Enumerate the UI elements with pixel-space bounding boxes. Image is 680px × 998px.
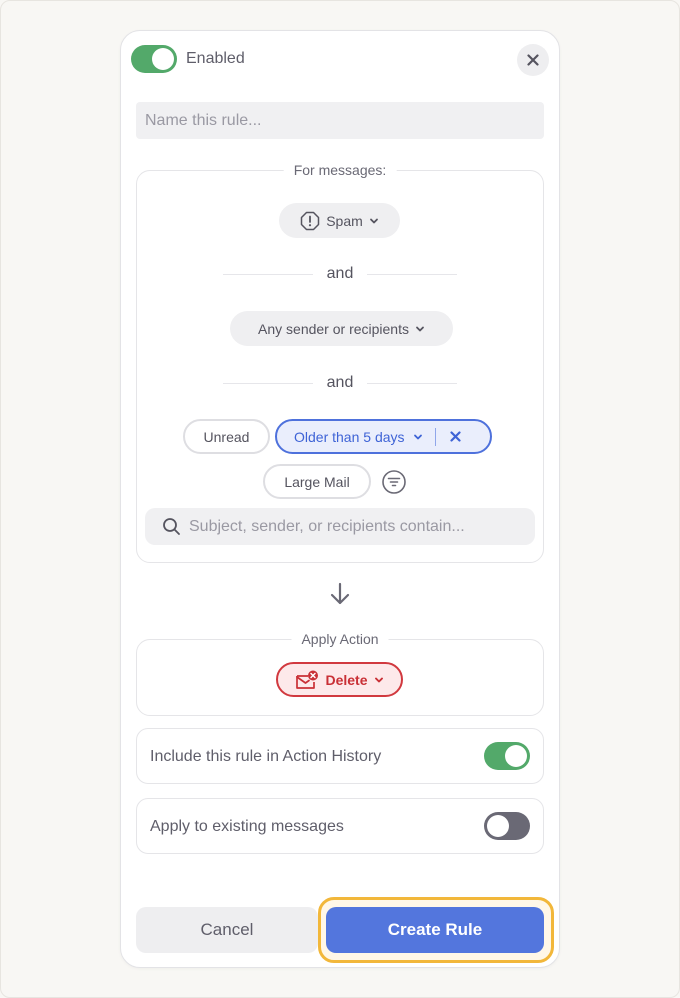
filter-chip-unread[interactable]: Unread xyxy=(183,419,270,454)
conditions-box: For messages: Spam and Any sender or rec… xyxy=(136,162,544,563)
divider-line xyxy=(367,274,457,275)
chevron-down-icon[interactable] xyxy=(413,432,423,442)
arrow-down-icon xyxy=(330,582,350,605)
action-box: Apply Action Delete xyxy=(136,631,544,716)
filter-chip-label: Large Mail xyxy=(284,473,350,490)
conditions-legend: For messages: xyxy=(283,162,397,178)
toggle-knob xyxy=(152,48,174,70)
close-button[interactable] xyxy=(517,44,549,76)
chevron-down-icon xyxy=(416,326,424,331)
participants-label: Any sender or recipients xyxy=(258,320,409,337)
action-history-toggle[interactable] xyxy=(484,742,530,770)
filter-chip-label: Older than 5 days xyxy=(294,428,405,445)
search-input[interactable] xyxy=(189,517,519,536)
and-separator: and xyxy=(223,373,457,393)
chevron-down-icon xyxy=(374,677,383,682)
chevron-down-icon xyxy=(369,218,378,223)
option-label: Apply to existing messages xyxy=(150,818,344,835)
search-field[interactable] xyxy=(145,508,535,545)
chip-divider xyxy=(434,427,436,446)
action-label: Delete xyxy=(325,671,368,688)
participants-dropdown[interactable]: Any sender or recipients xyxy=(230,311,453,346)
category-label: Spam xyxy=(326,212,363,229)
and-separator: and xyxy=(223,264,457,284)
toggle-knob xyxy=(505,745,527,767)
rule-editor-panel: Enabled For messages: Spam and Any sen xyxy=(120,30,560,968)
divider-line xyxy=(367,383,457,384)
action-dropdown[interactable]: Delete xyxy=(276,662,403,697)
rule-name-input[interactable] xyxy=(136,102,544,139)
option-apply-existing: Apply to existing messages xyxy=(136,798,544,854)
option-label: Include this rule in Action History xyxy=(150,748,382,765)
filter-chip-older-than[interactable]: Older than 5 days xyxy=(275,419,492,454)
apply-existing-toggle[interactable] xyxy=(484,812,530,840)
search-icon xyxy=(163,518,180,535)
filter-chip-large-mail[interactable]: Large Mail xyxy=(263,464,371,499)
filter-icon[interactable] xyxy=(381,469,407,495)
create-rule-button[interactable]: Create Rule xyxy=(326,907,544,953)
remove-filter-icon[interactable] xyxy=(449,431,461,442)
close-icon xyxy=(527,54,539,66)
option-action-history: Include this rule in Action History xyxy=(136,728,544,784)
action-legend: Apply Action xyxy=(291,631,389,647)
enabled-toggle[interactable] xyxy=(131,45,177,73)
filter-chip-label: Unread xyxy=(203,428,250,445)
category-dropdown[interactable]: Spam xyxy=(279,203,400,238)
toggle-knob xyxy=(487,815,509,837)
alert-octagon-icon xyxy=(300,211,320,230)
mail-delete-icon xyxy=(296,670,319,689)
cancel-button[interactable]: Cancel xyxy=(136,907,318,953)
enabled-label: Enabled xyxy=(186,50,245,67)
